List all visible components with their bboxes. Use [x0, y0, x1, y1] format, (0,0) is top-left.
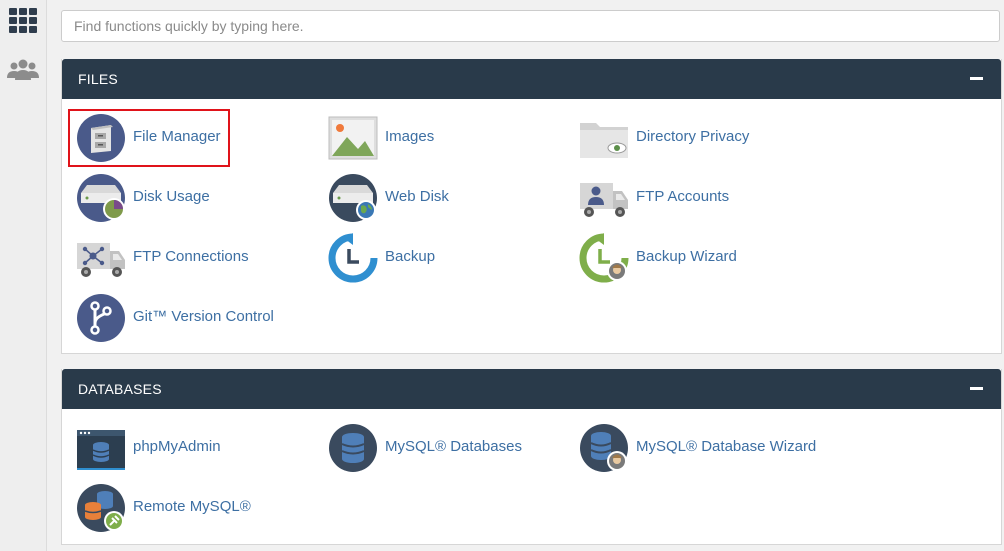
left-rail [0, 0, 47, 551]
ftp-connections-link[interactable]: FTP Connections [76, 233, 316, 283]
images-label: Images [385, 128, 435, 145]
directory-privacy-label: Directory Privacy [636, 128, 750, 145]
backup-link[interactable]: Backup [328, 233, 568, 283]
mysql-databases-link[interactable]: MySQL® Databases [328, 423, 568, 473]
mysql-database-wizard-link[interactable]: MySQL® Database Wizard [579, 423, 839, 473]
file-manager-icon [77, 114, 125, 162]
file-manager-link[interactable]: File Manager [76, 113, 316, 163]
search-input[interactable] [61, 10, 1000, 42]
git-icon [77, 294, 125, 342]
backup-wizard-label: Backup Wizard [636, 248, 737, 265]
mysql-databases-icon [329, 424, 377, 472]
disk-usage-label: Disk Usage [133, 188, 210, 205]
collapse-icon[interactable] [970, 387, 983, 390]
web-disk-link[interactable]: Web Disk [328, 173, 568, 223]
databases-panel-header[interactable]: DATABASES [62, 369, 1001, 409]
directory-privacy-icon [580, 123, 628, 158]
phpmyadmin-link[interactable]: phpMyAdmin [76, 423, 316, 473]
disk-usage-link[interactable]: Disk Usage [76, 173, 316, 223]
ftp-accounts-icon [580, 183, 628, 217]
ftp-accounts-link[interactable]: FTP Accounts [579, 173, 819, 223]
remote-mysql-icon [77, 484, 125, 532]
users-icon[interactable] [6, 56, 40, 86]
backup-label: Backup [385, 248, 436, 265]
web-disk-icon [329, 174, 377, 222]
databases-panel: DATABASES phpMyAdmin MySQL® Databases My… [61, 369, 1002, 545]
files-panel-title: FILES [78, 71, 118, 87]
phpmyadmin-label: phpMyAdmin [133, 438, 221, 455]
images-icon [328, 116, 378, 160]
files-panel: FILES File Manager Images Directory Priv… [61, 59, 1002, 354]
images-link[interactable]: Images [328, 113, 568, 163]
remote-mysql-label: Remote MySQL® [133, 498, 251, 515]
phpmyadmin-icon [77, 430, 125, 470]
file-manager-label: File Manager [133, 128, 221, 145]
mysql-databases-label: MySQL® Databases [385, 438, 522, 455]
disk-usage-icon [77, 174, 125, 222]
grid-icon[interactable] [6, 6, 40, 36]
ftp-accounts-label: FTP Accounts [636, 188, 730, 205]
files-panel-header[interactable]: FILES [62, 59, 1001, 99]
web-disk-label: Web Disk [385, 188, 449, 205]
ftp-connections-icon [77, 243, 125, 277]
git-version-control-label: Git™ Version Control [133, 308, 274, 325]
collapse-icon[interactable] [970, 77, 983, 80]
databases-panel-title: DATABASES [78, 381, 162, 397]
mysql-database-wizard-label: MySQL® Database Wizard [636, 438, 817, 455]
git-version-control-link[interactable]: Git™ Version Control [76, 293, 316, 343]
backup-wizard-link[interactable]: Backup Wizard [579, 233, 819, 283]
remote-mysql-link[interactable]: Remote MySQL® [76, 483, 316, 533]
mysql-wizard-icon [580, 424, 628, 472]
backup-wizard-icon [579, 233, 629, 283]
ftp-connections-label: FTP Connections [133, 248, 249, 265]
directory-privacy-link[interactable]: Directory Privacy [579, 113, 819, 163]
backup-icon [328, 233, 378, 283]
